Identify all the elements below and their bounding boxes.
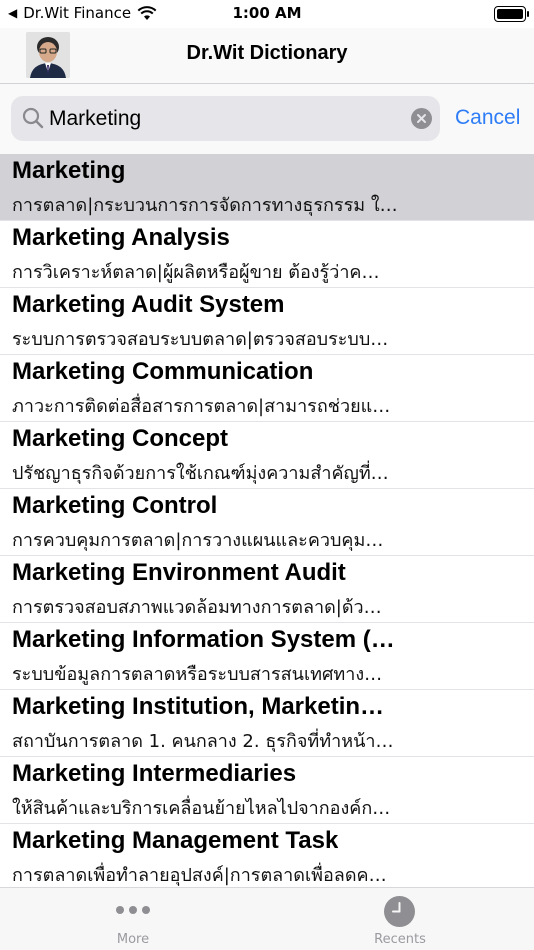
list-item[interactable]: Marketing Control การควบคุมการตลาด|การวาง… — [0, 489, 534, 556]
list-item[interactable]: Marketing Intermediaries ให้สินค้าและบริก… — [0, 757, 534, 824]
tab-recents-label: Recents — [374, 932, 426, 947]
list-item[interactable]: Marketing Communication ภาวะการติดต่อสื่อ… — [0, 355, 534, 422]
list-item-subtitle: ภาวะการติดต่อสื่อสารการตลาด|สามารถช่วยแ… — [12, 396, 391, 417]
search-field[interactable] — [11, 96, 440, 141]
list-item-title: Marketing Audit System — [12, 291, 285, 318]
list-item-title: Marketing Analysis — [12, 224, 230, 251]
list-item-subtitle: ให้สินค้าและบริการเคลื่อนย้ายไหลไปจากองค… — [12, 798, 391, 819]
list-item-subtitle: การวิเคราะห์ตลาด|ผู้ผลิตหรือผู้ขาย ต้องร… — [12, 262, 380, 283]
list-item-title: Marketing Control — [12, 492, 218, 519]
more-dots-icon — [116, 906, 150, 914]
list-item-title: Marketing Communication — [12, 358, 314, 385]
list-item[interactable]: Marketing การตลาด|กระบวนการการจัดการทางธุ… — [0, 154, 534, 221]
list-item-title: Marketing Management Task — [12, 827, 339, 854]
list-item[interactable]: Marketing Analysis การวิเคราะห์ตลาด|ผู้ผล… — [0, 221, 534, 288]
list-item-subtitle: การตรวจสอบสภาพแวดล้อมทางการตลาด|ด้ว… — [12, 597, 382, 618]
clock-icon — [384, 896, 415, 927]
list-item-subtitle: ระบบการตรวจสอบระบบตลาด|ตรวจสอบระบบ… — [12, 329, 389, 350]
cancel-button[interactable]: Cancel — [455, 106, 520, 130]
list-item[interactable]: Marketing Information System (… ระบบข้อมู… — [0, 623, 534, 690]
tab-more-label: More — [116, 932, 150, 947]
list-item[interactable]: Marketing Concept ปรัชญาธุรกิจด้วยการใช้เ… — [0, 422, 534, 489]
page-title: Dr.Wit Dictionary — [186, 42, 348, 64]
list-item-subtitle: สถาบันการตลาด 1. คนกลาง 2. ธุรกิจที่ทำหน… — [12, 731, 394, 752]
search-icon — [22, 107, 44, 129]
results-list: Marketing การตลาด|กระบวนการการจัดการทางธุ… — [0, 154, 534, 887]
search-bar-row: Cancel — [0, 84, 534, 154]
tab-more[interactable]: More — [53, 888, 213, 950]
list-item-title: Marketing Intermediaries — [12, 760, 297, 787]
list-item-title: Marketing Information System (… — [12, 626, 395, 653]
list-item-subtitle: การควบคุมการตลาด|การวางแผนและควบคุม… — [12, 530, 384, 551]
list-item-subtitle: การตลาด|กระบวนการการจัดการทางธุรกรรม ใ… — [12, 195, 398, 216]
tab-recents[interactable]: Recents — [320, 888, 480, 950]
list-item[interactable]: Marketing Management Task การตลาดเพื่อทำล… — [0, 824, 534, 887]
status-bar: ◀ Dr.Wit Finance 1:00 AM — [0, 0, 534, 28]
status-time: 1:00 AM — [232, 4, 302, 22]
app-screen: ◀ Dr.Wit Finance 1:00 AM Dr.Wit Dictiona… — [0, 0, 534, 950]
battery-icon — [494, 6, 529, 22]
navigation-bar: Dr.Wit Dictionary — [0, 28, 534, 84]
list-item[interactable]: Marketing Environment Audit การตรวจสอบสภา… — [0, 556, 534, 623]
clear-search-icon[interactable] — [411, 108, 432, 129]
list-item[interactable]: Marketing Institution, Marketin… สถาบันกา… — [0, 690, 534, 757]
list-item[interactable]: Marketing Audit System ระบบการตรวจสอบระบบ… — [0, 288, 534, 355]
list-item-title: Marketing Concept — [12, 425, 229, 452]
list-item-title: Marketing — [12, 157, 126, 184]
list-item-title: Marketing Environment Audit — [12, 559, 346, 586]
list-item-subtitle: ระบบข้อมูลการตลาดหรือระบบสารสนเทศทาง… — [12, 664, 383, 685]
list-item-title: Marketing Institution, Marketin… — [12, 693, 385, 720]
list-item-subtitle: การตลาดเพื่อทำลายอุปสงค์|การตลาดเพื่อลดค… — [12, 865, 387, 886]
search-input[interactable] — [49, 96, 409, 141]
tab-bar: More Recents — [0, 887, 534, 950]
list-item-subtitle: ปรัชญาธุรกิจด้วยการใช้เกณฑ์มุ่งความสำคัญ… — [12, 463, 389, 484]
